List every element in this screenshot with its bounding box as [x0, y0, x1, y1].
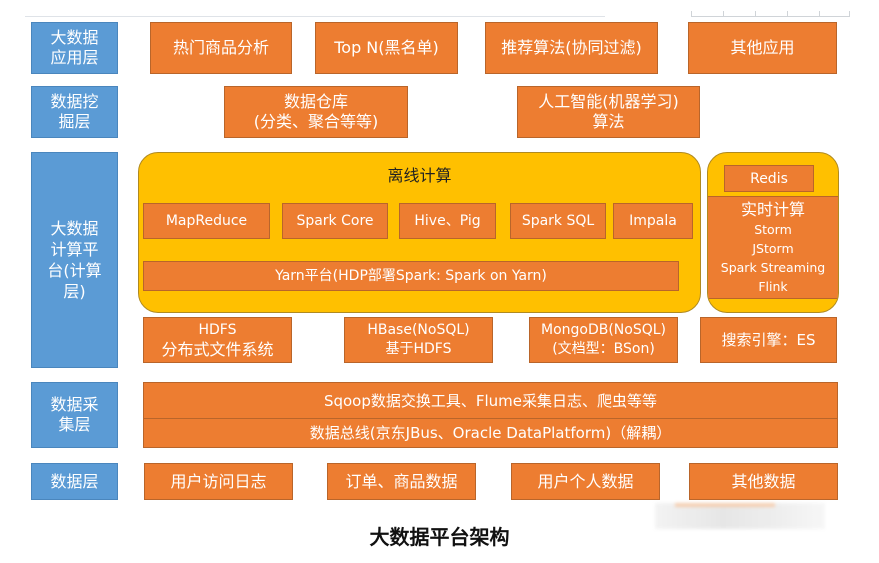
label-line: 应用层 — [50, 48, 99, 67]
top-divider — [25, 16, 605, 17]
label-line: 大数据 — [50, 28, 99, 47]
storage-search-es: 搜索引擎：ES — [700, 317, 837, 363]
box-line: 算法 — [592, 112, 625, 131]
box-line: 数据仓库 — [283, 92, 348, 111]
data-access-logs: 用户访问日志 — [144, 463, 293, 500]
yarn-platform: Yarn平台(HDP部署Spark: Spark on Yarn) — [143, 261, 679, 291]
offline-compute-title: 离线计算 — [387, 166, 452, 185]
engine-spark-streaming: Spark Streaming — [720, 259, 826, 275]
label-line: 台(计算 — [47, 261, 102, 280]
storage-mongodb: MongoDB(NoSQL) (文档型：BSon) — [529, 317, 678, 363]
label-line: 大数据 — [50, 219, 99, 238]
label-line: 数据挖 — [50, 92, 99, 111]
label-line: 层) — [63, 282, 86, 301]
layer-label-compute: 大数据 计算平 台(计算 层) — [31, 152, 118, 368]
data-orders-products: 订单、商品数据 — [327, 463, 476, 500]
diagram-caption: 大数据平台架构 — [369, 525, 510, 549]
realtime-title: 实时计算 — [740, 199, 805, 219]
box-line: HBase(NoSQL) — [367, 322, 470, 338]
layer-label-collection: 数据采 集层 — [31, 382, 118, 448]
realtime-compute-box: 实时计算 Storm JStorm Spark Streaming Flink — [708, 196, 838, 299]
layer-label-data: 数据层 — [31, 463, 118, 500]
cache-redis: Redis — [724, 165, 814, 192]
storage-hdfs: HDFS 分布式文件系统 — [143, 317, 292, 363]
data-user-personal: 用户个人数据 — [511, 463, 660, 500]
collection-data-bus: 数据总线(京东JBus、Oracle DataPlatform)（解耦） — [143, 418, 838, 448]
engine-flink: Flink — [758, 278, 788, 294]
engine-hive-pig: Hive、Pig — [399, 203, 496, 239]
label-line: 集层 — [58, 415, 91, 434]
label-line: 数据采 — [50, 395, 99, 414]
box-line: 人工智能(机器学习) — [538, 92, 679, 111]
engine-jstorm: JStorm — [752, 240, 794, 256]
data-other: 其他数据 — [689, 463, 838, 500]
box-line: 分布式文件系统 — [161, 340, 274, 359]
storage-hbase: HBase(NoSQL) 基于HDFS — [344, 317, 493, 363]
box-line: (分类、聚合等等) — [253, 112, 379, 131]
engine-storm: Storm — [754, 221, 792, 237]
box-line: 基于HDFS — [385, 341, 452, 357]
engine-mapreduce: MapReduce — [143, 203, 270, 239]
app-hot-products: 热门商品分析 — [150, 22, 292, 74]
engine-spark-core: Spark Core — [282, 203, 388, 239]
layer-label-application: 大数据 应用层 — [31, 22, 118, 74]
app-recommendation: 推荐算法(协同过滤) — [485, 22, 658, 74]
box-line: MongoDB(NoSQL) — [540, 322, 667, 338]
app-top-n: Top N(黑名单) — [315, 22, 458, 74]
layer-label-mining: 数据挖 掘层 — [31, 86, 118, 138]
engine-spark-sql: Spark SQL — [510, 203, 606, 239]
app-other: 其他应用 — [688, 22, 837, 74]
label-line: 掘层 — [58, 112, 91, 131]
label-line: 计算平 — [50, 240, 99, 259]
box-line: HDFS — [198, 322, 237, 338]
mining-ai-ml: 人工智能(机器学习) 算法 — [517, 86, 700, 138]
ruler-fragment — [691, 11, 850, 17]
mining-data-warehouse: 数据仓库 (分类、聚合等等) — [224, 86, 408, 138]
engine-impala: Impala — [613, 203, 693, 239]
box-line: (文档型：BSon) — [552, 341, 655, 357]
collection-tools: Sqoop数据交换工具、Flume采集日志、爬虫等等 — [143, 382, 838, 419]
